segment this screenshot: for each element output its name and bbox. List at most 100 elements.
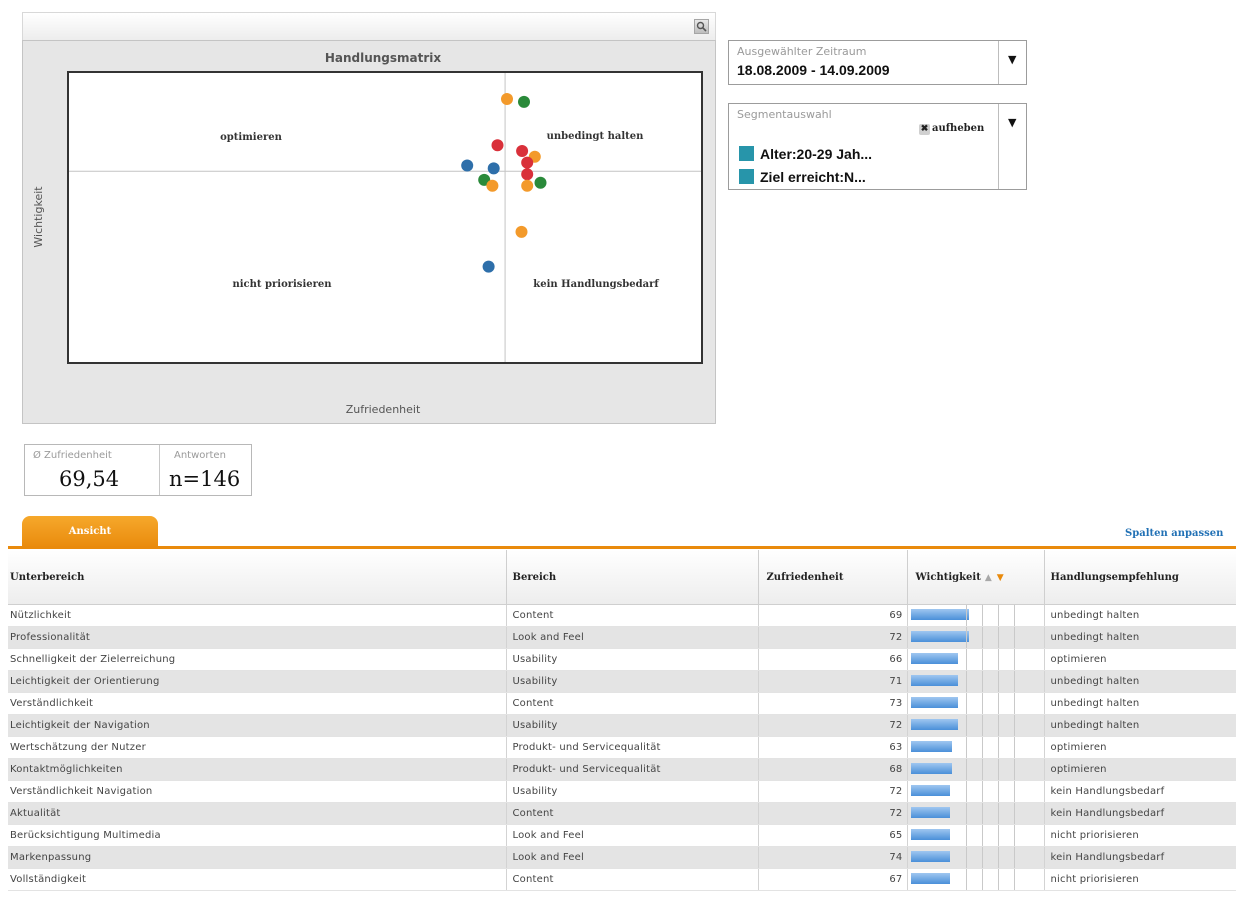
cell-subarea: Markenpassung <box>8 846 506 869</box>
importance-scale-tick <box>981 605 983 626</box>
zoom-button[interactable] <box>694 19 709 34</box>
cell-importance <box>906 714 1044 737</box>
table-row[interactable]: Kontaktmöglichkeiten Produkt- und Service… <box>8 758 1236 781</box>
scatter-point[interactable] <box>491 139 504 152</box>
scatter-point[interactable] <box>486 179 499 192</box>
quadrant-label-keep: unbedingt halten <box>547 131 645 142</box>
segment-clear-label: aufheben <box>932 123 985 134</box>
column-header-recommendation[interactable]: Handlungsempfehlung <box>1043 550 1236 605</box>
importance-bar <box>910 873 950 884</box>
scatter-point[interactable] <box>534 176 547 189</box>
chevron-down-icon: ▼ <box>1008 53 1017 66</box>
importance-scale-tick <box>981 693 983 714</box>
column-header-label: Zufriedenheit <box>766 571 844 583</box>
cell-area: Usability <box>505 780 758 803</box>
cell-satisfaction: 72 <box>757 802 907 825</box>
table-row[interactable]: Schnelligkeit der Zielerreichung Usabilit… <box>8 648 1236 671</box>
scatter-point[interactable] <box>521 179 534 192</box>
table-row[interactable]: Nützlichkeit Content 69 unbedingt halten <box>8 604 1236 627</box>
chevron-down-icon: ▼ <box>1008 116 1017 129</box>
importance-bar <box>910 763 952 774</box>
cell-subarea: Wertschätzung der Nutzer <box>8 736 506 759</box>
cell-recommendation: optimieren <box>1043 758 1236 781</box>
y-axis-label: Wichtigkeit <box>32 186 45 248</box>
table-row[interactable]: Verständlichkeit Navigation Usability 72 ke… <box>8 780 1236 803</box>
segment-clear-button[interactable]: ✖ aufheben <box>919 123 984 135</box>
table-row[interactable]: Vollständigkeit Content 67 nicht priorisier… <box>8 868 1236 891</box>
x-axis-label: Zufriedenheit <box>346 403 421 416</box>
sort-ascending-icon[interactable]: ▲ <box>985 573 992 583</box>
cell-subarea: Leichtigkeit der Orientierung <box>8 670 506 693</box>
cell-subarea: Nützlichkeit <box>8 604 506 627</box>
importance-scale-tick <box>1013 825 1015 846</box>
quadrant-label-no-priority: nicht priorisieren <box>232 279 332 290</box>
cell-recommendation: nicht priorisieren <box>1043 868 1236 891</box>
importance-scale-tick <box>997 781 999 802</box>
scatter-point[interactable] <box>515 225 528 238</box>
importance-bar <box>910 719 958 730</box>
table-row[interactable]: Leichtigkeit der Orientierung Usability 71… <box>8 670 1236 693</box>
cell-satisfaction: 66 <box>757 648 907 671</box>
importance-scale-tick <box>997 803 999 824</box>
importance-scale-tick <box>997 715 999 736</box>
scatter-point[interactable] <box>518 95 530 108</box>
cell-subarea: Schnelligkeit der Zielerreichung <box>8 648 506 671</box>
importance-scale-tick <box>1013 627 1015 648</box>
cell-recommendation: unbedingt halten <box>1043 626 1236 649</box>
table-row[interactable]: Verständlichkeit Content 73 unbedingt halte… <box>8 692 1236 715</box>
cell-area: Content <box>505 868 758 891</box>
cell-importance <box>906 802 1044 825</box>
scatter-point[interactable] <box>487 162 500 175</box>
scatter-point[interactable] <box>482 260 495 273</box>
table-row[interactable]: Markenpassung Look and Feel 74 kein Handlun… <box>8 846 1236 869</box>
scatter-point[interactable] <box>501 93 513 105</box>
column-header-area[interactable]: Bereich <box>505 550 758 605</box>
segment-select[interactable]: Segmentauswahl ✖ aufheben Alter:20-29 Jah… <box>728 103 1027 190</box>
importance-scale-tick <box>997 649 999 670</box>
cell-satisfaction: 72 <box>757 626 907 649</box>
avg-satisfaction-caption: Ø Zufriedenheit <box>33 450 112 461</box>
quadrant-label-optimize: optimieren <box>220 132 282 143</box>
column-header-importance[interactable]: Wichtigkeit ▲ ▼ <box>906 550 1044 605</box>
importance-scale-tick <box>981 627 983 648</box>
period-dropdown-button[interactable]: ▼ <box>998 41 1026 84</box>
cell-area: Look and Feel <box>505 846 758 869</box>
scatter-point[interactable] <box>521 156 534 169</box>
table-row[interactable]: Leichtigkeit der Navigation Usability 72 un… <box>8 714 1236 737</box>
tab-underline <box>8 546 1236 549</box>
column-header-satisfaction[interactable]: Zufriedenheit <box>757 550 907 605</box>
column-header-label: Bereich <box>512 571 557 583</box>
cell-importance <box>906 692 1044 715</box>
segment-dropdown-button[interactable]: ▼ <box>998 104 1026 189</box>
column-header-subarea[interactable]: Unterbereich <box>8 550 506 605</box>
matrix-toolbar <box>22 12 716 41</box>
chart-title: Handlungsmatrix <box>325 51 442 65</box>
table-row[interactable]: Professionalität Look and Feel 72 unbedingt… <box>8 626 1236 649</box>
column-header-label: Handlungsempfehlung <box>1050 571 1179 583</box>
cell-recommendation: unbedingt halten <box>1043 714 1236 737</box>
scatter-point[interactable] <box>516 145 529 157</box>
table-row[interactable]: Wertschätzung der Nutzer Produkt- und Ser… <box>8 736 1236 759</box>
sort-descending-icon[interactable]: ▼ <box>997 573 1004 583</box>
adjust-columns-link[interactable]: Spalten anpassen <box>1125 528 1223 539</box>
importance-scale-tick <box>965 869 967 890</box>
importance-scale-tick <box>1013 869 1015 890</box>
table-row[interactable]: Berücksichtigung Multimedia Look and Feel… <box>8 824 1236 847</box>
scatter-point[interactable] <box>461 159 474 172</box>
importance-scale-tick <box>981 737 983 758</box>
tab-ansicht[interactable]: Ansicht <box>22 516 158 548</box>
table-row[interactable]: Aktualität Content 72 kein Handlungsbedarf <box>8 802 1236 825</box>
table-header-row: Unterbereich Bereich Zufriedenheit Wicht… <box>8 550 1236 605</box>
importance-scale-tick <box>997 605 999 626</box>
importance-scale-tick <box>965 759 967 780</box>
cell-area: Content <box>505 604 758 627</box>
cell-area: Look and Feel <box>505 626 758 649</box>
importance-bar <box>910 653 958 664</box>
scatter-point[interactable] <box>521 168 534 181</box>
importance-scale-tick <box>965 605 967 626</box>
segment-caption: Segmentauswahl <box>737 108 832 121</box>
cell-area: Usability <box>505 670 758 693</box>
cell-satisfaction: 74 <box>757 846 907 869</box>
importance-scale-tick <box>965 649 967 670</box>
period-select[interactable]: Ausgewählter Zeitraum 18.08.2009 - 14.09… <box>728 40 1027 85</box>
